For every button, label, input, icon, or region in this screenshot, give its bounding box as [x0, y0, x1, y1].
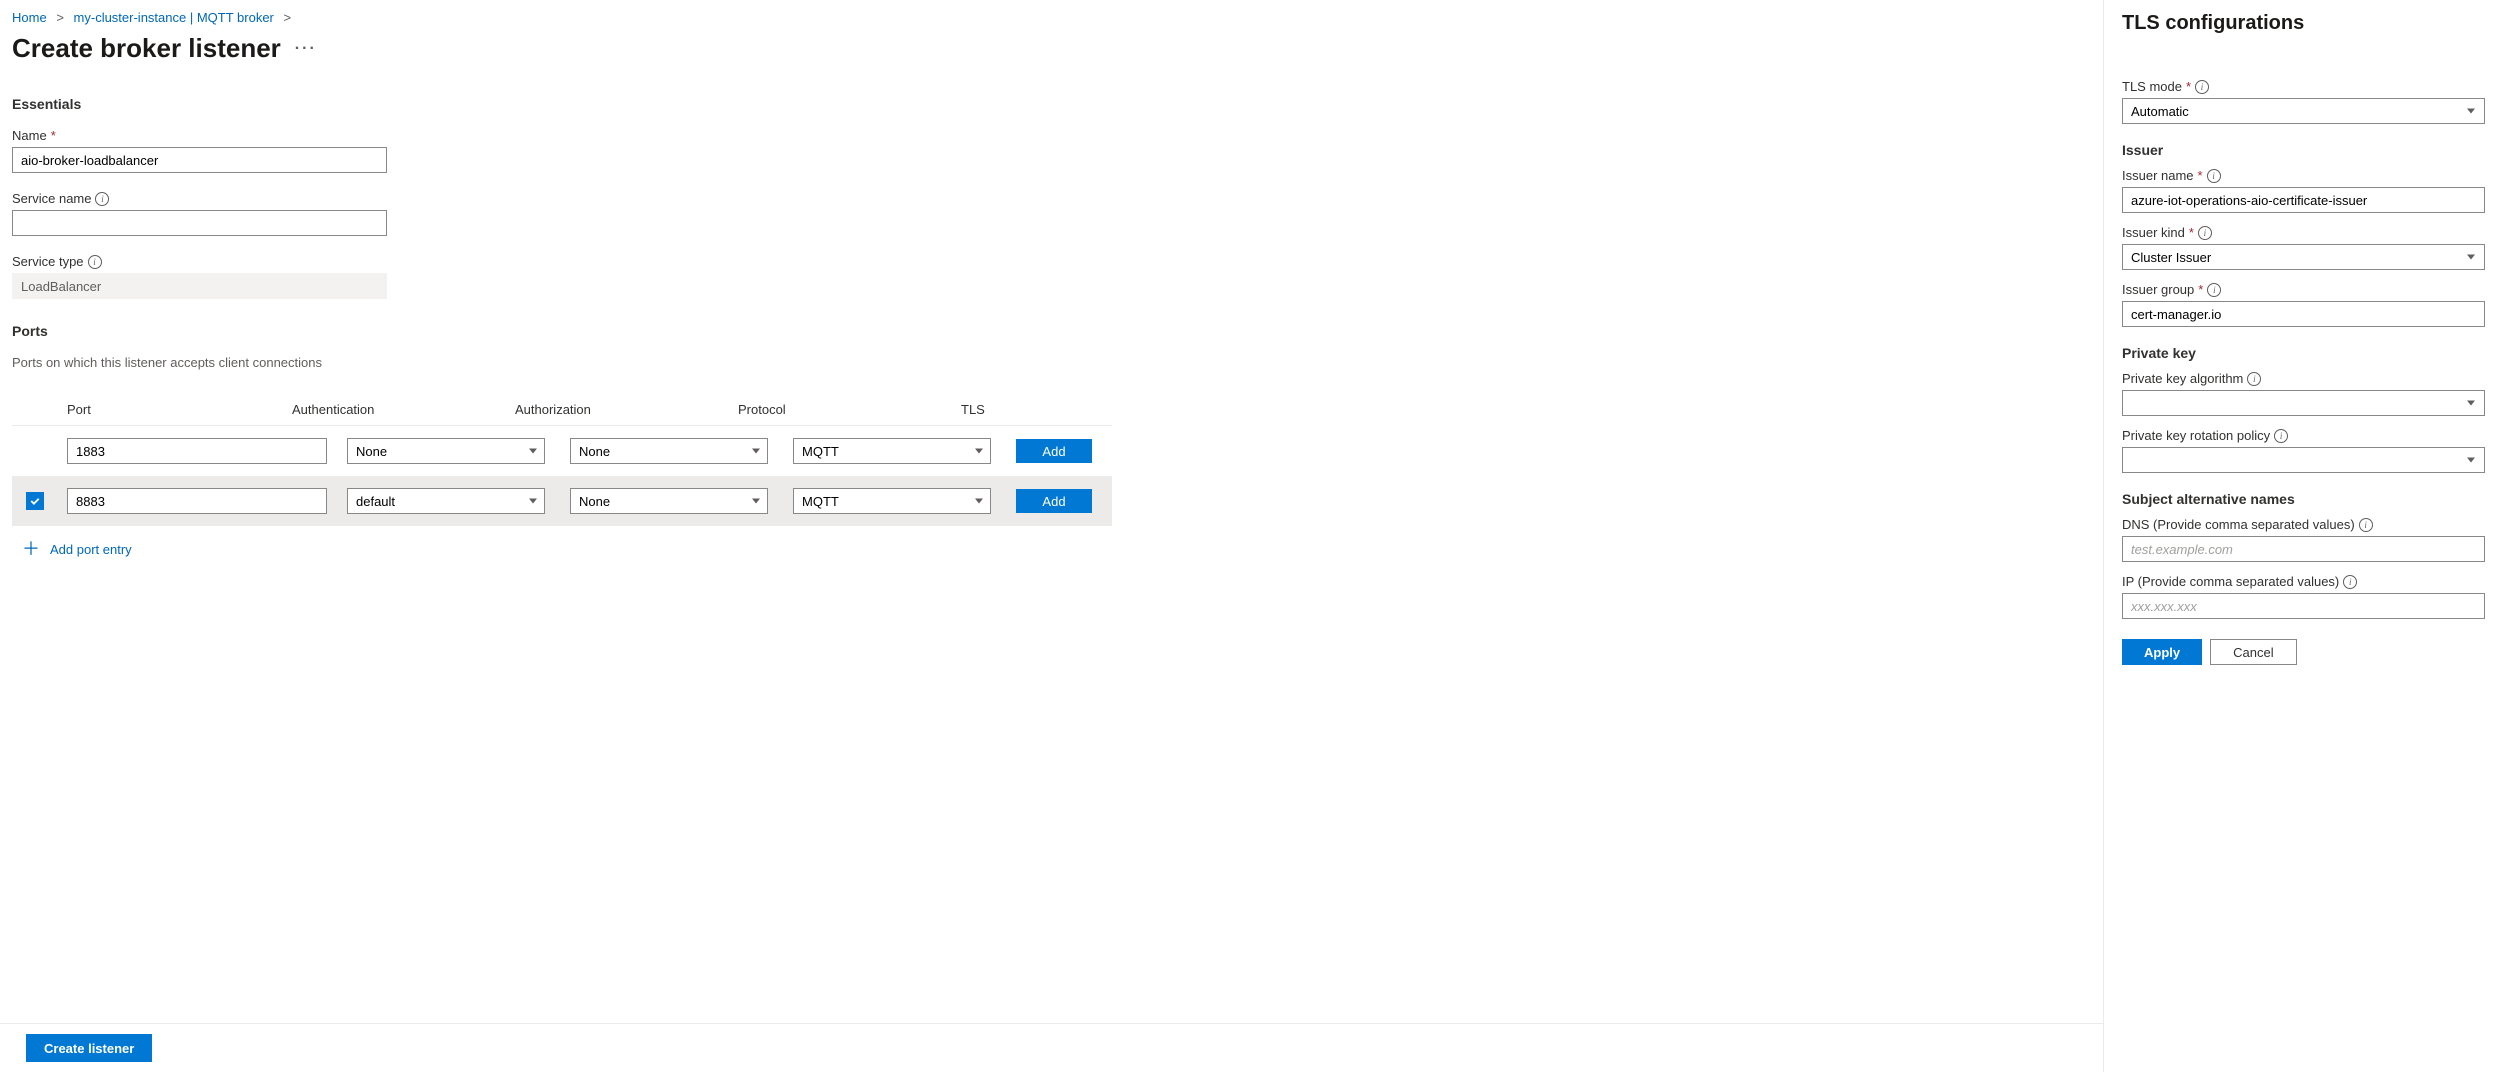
breadcrumb: Home > my-cluster-instance | MQTT broker…: [12, 10, 2083, 25]
service-type-field: Service type i: [12, 254, 2083, 299]
footer-bar: Create listener: [0, 1023, 2103, 1072]
name-input[interactable]: [12, 147, 387, 173]
auth-select[interactable]: None: [347, 438, 545, 464]
tls-add-button[interactable]: Add: [1016, 489, 1092, 513]
san-ip-label: IP (Provide comma separated values): [2122, 574, 2339, 589]
service-name-label: Service name: [12, 191, 91, 206]
name-label: Name: [12, 128, 47, 143]
info-icon[interactable]: i: [2343, 575, 2357, 589]
service-type-input: [12, 273, 387, 299]
essentials-heading: Essentials: [12, 96, 2083, 112]
san-ip-input[interactable]: [2122, 593, 2485, 619]
issuer-kind-select[interactable]: Cluster Issuer: [2122, 244, 2485, 270]
col-header-auth: Authentication: [292, 402, 515, 417]
required-asterisk: *: [2198, 282, 2203, 297]
info-icon[interactable]: i: [2247, 372, 2261, 386]
info-icon[interactable]: i: [95, 192, 109, 206]
issuer-name-label: Issuer name: [2122, 168, 2194, 183]
page-title: Create broker listener ···: [12, 33, 2083, 64]
add-port-entry-label: Add port entry: [50, 542, 132, 557]
proto-select[interactable]: MQTT: [793, 488, 991, 514]
tls-mode-select[interactable]: Automatic: [2122, 98, 2485, 124]
breadcrumb-cluster[interactable]: my-cluster-instance | MQTT broker: [74, 10, 274, 25]
port-input[interactable]: [67, 438, 327, 464]
info-icon[interactable]: i: [88, 255, 102, 269]
ports-table-header: Port Authentication Authorization Protoc…: [12, 394, 1112, 426]
required-asterisk: *: [51, 128, 56, 143]
ports-description: Ports on which this listener accepts cli…: [12, 355, 2083, 370]
tls-config-panel: TLS configurations TLS mode * i Automati…: [2103, 0, 2503, 1072]
authz-select[interactable]: None: [570, 488, 768, 514]
issuer-heading: Issuer: [2122, 142, 2485, 158]
issuer-name-input[interactable]: [2122, 187, 2485, 213]
pk-rotation-label: Private key rotation policy: [2122, 428, 2270, 443]
breadcrumb-sep: >: [56, 10, 64, 25]
ports-table: Port Authentication Authorization Protoc…: [12, 394, 1112, 572]
issuer-kind-label: Issuer kind: [2122, 225, 2185, 240]
service-name-input[interactable]: [12, 210, 387, 236]
col-header-authz: Authorization: [515, 402, 738, 417]
san-dns-label: DNS (Provide comma separated values): [2122, 517, 2355, 532]
pk-rotation-select[interactable]: [2122, 447, 2485, 473]
tls-panel-title: TLS configurations: [2122, 12, 2485, 35]
authz-select[interactable]: None: [570, 438, 768, 464]
pk-algo-label: Private key algorithm: [2122, 371, 2243, 386]
issuer-group-input[interactable]: [2122, 301, 2485, 327]
private-key-heading: Private key: [2122, 345, 2485, 361]
tls-add-button[interactable]: Add: [1016, 439, 1092, 463]
row-checkbox[interactable]: [26, 492, 44, 510]
service-name-field: Service name i: [12, 191, 2083, 236]
check-icon: [29, 495, 41, 507]
tls-panel-footer: Apply Cancel: [2122, 631, 2485, 677]
san-dns-input[interactable]: [2122, 536, 2485, 562]
more-actions-icon[interactable]: ···: [295, 40, 317, 58]
info-icon[interactable]: i: [2207, 283, 2221, 297]
table-row[interactable]: None None MQTT: [12, 426, 1112, 476]
col-header-tls: TLS: [961, 402, 1112, 417]
port-input[interactable]: [67, 488, 327, 514]
info-icon[interactable]: i: [2195, 80, 2209, 94]
page-title-text: Create broker listener: [12, 33, 281, 64]
name-field: Name *: [12, 128, 2083, 173]
cancel-button[interactable]: Cancel: [2210, 639, 2296, 665]
required-asterisk: *: [2198, 168, 2203, 183]
pk-algo-select[interactable]: [2122, 390, 2485, 416]
required-asterisk: *: [2186, 79, 2191, 94]
breadcrumb-home[interactable]: Home: [12, 10, 47, 25]
issuer-group-label: Issuer group: [2122, 282, 2194, 297]
auth-select[interactable]: default: [347, 488, 545, 514]
service-type-label: Service type: [12, 254, 84, 269]
add-port-entry-button[interactable]: ＋ Add port entry: [12, 526, 1112, 572]
info-icon[interactable]: i: [2207, 169, 2221, 183]
required-asterisk: *: [2189, 225, 2194, 240]
info-icon[interactable]: i: [2198, 226, 2212, 240]
proto-select[interactable]: MQTT: [793, 438, 991, 464]
plus-icon: ＋: [22, 540, 40, 558]
col-header-port: Port: [12, 402, 292, 417]
tls-mode-label: TLS mode: [2122, 79, 2182, 94]
san-heading: Subject alternative names: [2122, 491, 2485, 507]
table-row[interactable]: default None MQTT: [12, 476, 1112, 526]
breadcrumb-sep-2: >: [284, 10, 292, 25]
create-listener-button[interactable]: Create listener: [26, 1034, 152, 1062]
info-icon[interactable]: i: [2274, 429, 2288, 443]
ports-heading: Ports: [12, 323, 2083, 339]
main-panel: Home > my-cluster-instance | MQTT broker…: [0, 0, 2103, 1072]
apply-button[interactable]: Apply: [2122, 639, 2202, 665]
col-header-proto: Protocol: [738, 402, 961, 417]
info-icon[interactable]: i: [2359, 518, 2373, 532]
